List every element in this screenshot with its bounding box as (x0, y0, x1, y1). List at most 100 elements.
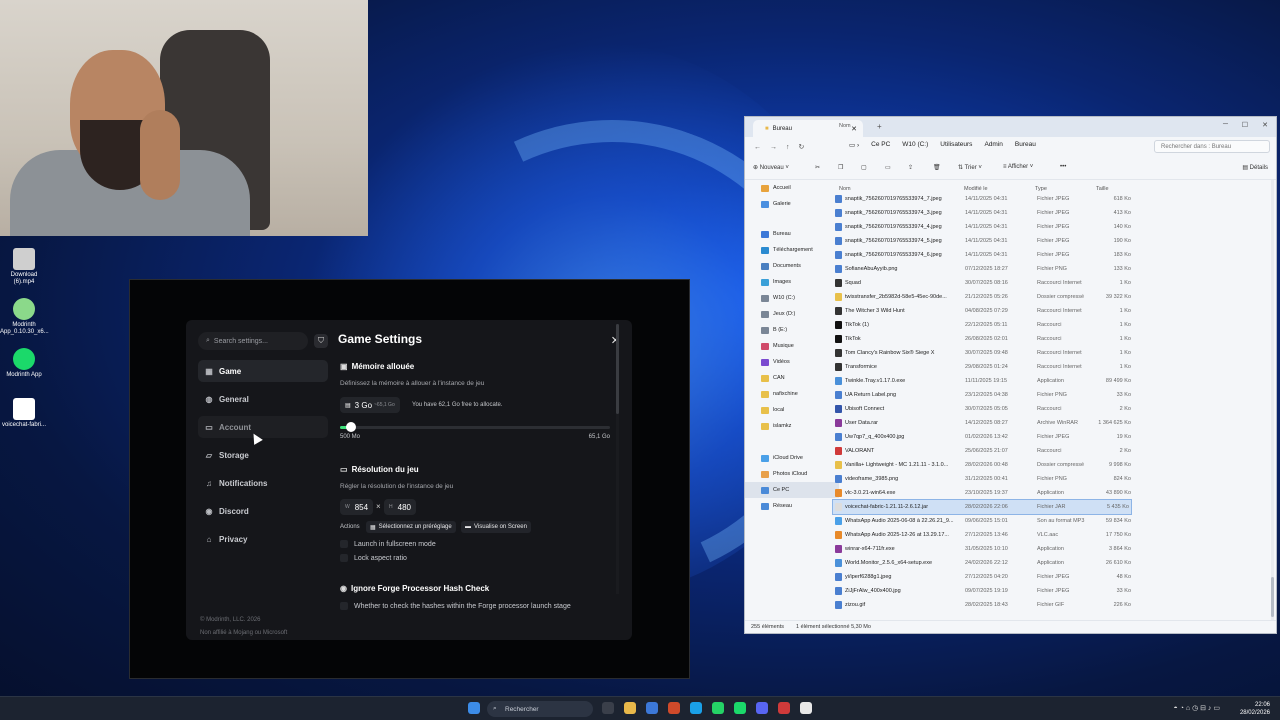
taskbar-app-icon[interactable] (602, 702, 614, 714)
file-row[interactable]: winrar-x64-711fr.exe 31/05/2025 10:10 Appl… (833, 542, 1133, 556)
nav-pane-item[interactable]: Téléchargement (745, 242, 839, 258)
column-header-name[interactable]: Nom (839, 123, 851, 129)
nav-pane-item[interactable]: Réseau (745, 498, 839, 514)
taskbar-app-icon[interactable] (690, 702, 702, 714)
explorer-search-input[interactable]: Rechercher dans : Bureau (1154, 140, 1270, 153)
file-row[interactable]: The Witcher 3 Wild Hunt 04/08/2025 07:29 R… (833, 304, 1133, 318)
nav-pane-item[interactable]: B (E:) (745, 322, 839, 338)
taskbar-app-icon[interactable] (756, 702, 768, 714)
taskbar-app-icon[interactable] (800, 702, 812, 714)
nav-item-storage[interactable]: ▱ Storage (198, 444, 328, 466)
file-row[interactable]: SofianeAbuAyyib.png 07/12/2025 18:27 Fichi… (833, 262, 1133, 276)
file-row[interactable]: zizou.gif 28/02/2025 18:43 Fichier GIF 226 … (833, 598, 1133, 612)
system-tray-icons[interactable]: ◓ ◔ ⌂ ◷ ⊟ ♪ ▭ (1174, 704, 1220, 712)
breadcrumb-item[interactable]: Utilisateurs (940, 141, 972, 149)
new-button[interactable]: ⊕ Nouveau ˅ (753, 164, 789, 171)
file-row[interactable]: Vanilla+ Lightweight - MC 1.21.11 - 3.1.… (833, 458, 1133, 472)
memory-value-chip[interactable]: ▤ 3 Go ~65,1 Go (340, 397, 400, 413)
nav-pane-item[interactable]: Ce PC (745, 482, 839, 498)
file-row[interactable]: snaptik_7562607019765533974_4.jpeg 14/11/… (833, 220, 1133, 234)
more-button[interactable]: ••• (1060, 164, 1066, 170)
breadcrumb-item[interactable]: Ce PC (871, 141, 890, 149)
file-row[interactable]: ZiJjFrAlw_400x400.jpg 09/07/2025 19:19 Fic… (833, 584, 1133, 598)
taskbar-app-icon[interactable] (734, 702, 746, 714)
up-icon[interactable]: ↑ (786, 144, 790, 151)
minimize-icon[interactable]: ─ (1223, 121, 1228, 128)
nav-pane-item[interactable]: Jeux (D:) (745, 306, 839, 322)
forward-icon[interactable]: → (770, 144, 777, 151)
delete-icon[interactable]: 🗑 (933, 164, 941, 171)
taskbar-app-icon[interactable] (778, 702, 790, 714)
file-row[interactable]: videoframe_3985.png 31/12/2025 00:41 Fichi… (833, 472, 1133, 486)
file-row[interactable]: twisstransfer_2b5982d-58e5-45ec-90de... 2… (833, 290, 1133, 304)
taskbar-search[interactable]: ⌕ Rechercher (487, 701, 593, 717)
system-clock[interactable]: 22:06 28/02/2026 (1240, 701, 1270, 717)
nav-pane-item[interactable]: islamkz (745, 418, 839, 434)
column-header-type[interactable]: Type (1035, 186, 1047, 192)
nav-pane-item[interactable]: Accueil (745, 180, 839, 196)
memory-slider-handle[interactable] (345, 422, 356, 432)
nav-pane-item[interactable]: CAN (745, 370, 839, 386)
sort-button[interactable]: ⇅ Trier ˅ (958, 164, 982, 171)
nav-pane-item[interactable]: Photos iCloud (745, 466, 839, 482)
nav-pane-item[interactable]: Images (745, 274, 839, 290)
nav-pane-item[interactable]: iCloud Drive (745, 450, 839, 466)
file-row[interactable]: snaptik_7562607019765533974_7.jpeg 14/11/… (833, 192, 1133, 206)
file-row[interactable]: Squad 30/07/2025 08:16 Raccourci Internet 1… (833, 276, 1133, 290)
preset-button[interactable]: ▦ Sélectionnez un préréglage (366, 521, 456, 533)
visualise-button[interactable]: ▬ Visualise on Screen (461, 521, 531, 533)
file-row[interactable]: snaptik_7562607019765533974_5.jpeg 14/11/… (833, 234, 1133, 248)
rename-icon[interactable]: ▭ (885, 164, 891, 171)
file-row[interactable]: Twinkle.Tray.v1.17.0.exe 11/11/2025 19:15… (833, 374, 1133, 388)
explorer-scrollbar-thumb[interactable] (1271, 577, 1274, 617)
desktop-icon-modrinth-installer[interactable]: Modrinth App_0.10.30_x6... (0, 298, 49, 336)
file-row[interactable]: vlc-3.0.21-win64.exe 23/10/2025 19:37 Appl… (833, 486, 1133, 500)
file-row[interactable]: snaptik_7562607019765533974_3.jpeg 14/11/… (833, 206, 1133, 220)
desktop-icon-voicechat-jar[interactable]: voicechat-fabri... (0, 398, 48, 429)
forge-hash-checkbox[interactable]: Whether to check the hashes within the F… (340, 602, 571, 610)
nav-item-general[interactable]: ◍ General (198, 388, 328, 410)
breadcrumb-item[interactable]: W10 (C:) (902, 141, 928, 149)
share-icon[interactable]: ⇪ (908, 164, 913, 171)
taskbar-app-icon[interactable] (668, 702, 680, 714)
copy-icon[interactable]: ❐ (838, 164, 843, 171)
new-tab-icon[interactable]: + (877, 122, 882, 131)
maximize-icon[interactable]: ☐ (1242, 121, 1248, 129)
breadcrumb[interactable]: ▭ › Ce PC W10 (C:) Utilisateurs Admin Bu… (849, 141, 1048, 149)
aspect-ratio-checkbox[interactable]: Lock aspect ratio (340, 554, 407, 562)
file-row[interactable]: Transformice 29/08/2025 01:24 Raccourci In… (833, 360, 1133, 374)
file-row[interactable]: TikTok (1) 22/12/2025 05:11 Raccourci 1 Ko (833, 318, 1133, 332)
memory-slider[interactable] (340, 422, 610, 432)
details-button[interactable]: ▤ Détails (1242, 164, 1268, 171)
file-row[interactable]: TikTok 26/08/2025 02:01 Raccourci 1 Ko (833, 332, 1133, 346)
nav-item-account[interactable]: ▭ Account (198, 416, 328, 438)
breadcrumb-item[interactable]: Bureau (1015, 141, 1036, 149)
file-row[interactable]: yi/iperf6288g1.jpeg 27/12/2025 04:20 Fichi… (833, 570, 1133, 584)
file-row[interactable]: Uw7qp7_q_400x400.jpg 01/02/2026 13:42 Fich… (833, 430, 1133, 444)
resolution-height-field[interactable]: H 480 (384, 499, 416, 515)
file-row[interactable]: WhatsApp Audio 2025-12-26 at 13.29.17...… (833, 528, 1133, 542)
taskbar-app-icon[interactable] (646, 702, 658, 714)
nav-item-game[interactable]: ▦ Game (198, 360, 328, 382)
column-header-size[interactable]: Taille (1096, 186, 1109, 192)
nav-pane-item[interactable]: nafixchine (745, 386, 839, 402)
nav-pane-item[interactable]: Bureau (745, 226, 839, 242)
file-row[interactable]: Tom Clancy's Rainbow Six® Siege X 30/07/2… (833, 346, 1133, 360)
nav-pane-item[interactable]: Musique (745, 338, 839, 354)
nav-pane-item[interactable]: Documents (745, 258, 839, 274)
column-header-modified[interactable]: Modifié le (964, 186, 988, 192)
taskbar-app-icon[interactable] (712, 702, 724, 714)
close-tab-icon[interactable]: ✕ (851, 125, 857, 133)
resolution-width-field[interactable]: W 854 (340, 499, 374, 515)
file-row[interactable]: voicechat-fabric-1.21.11-2.6.12.jar 28/02… (832, 499, 1132, 515)
nav-pane-item[interactable]: Vidéos (745, 354, 839, 370)
file-row[interactable]: WhatsApp Audio 2025-06-08 à 22.26.21_9..… (833, 514, 1133, 528)
nav-pane-item[interactable]: Galerie (745, 196, 839, 212)
paste-icon[interactable]: ▢ (861, 164, 867, 171)
file-row[interactable]: snaptik_7562607019765533974_6.jpeg 14/11/… (833, 248, 1133, 262)
column-header-name[interactable]: Nom (839, 186, 851, 192)
file-row[interactable]: UA Return Label.png 23/12/2025 04:38 Fichi… (833, 388, 1133, 402)
start-windows-icon[interactable] (468, 702, 480, 714)
nav-item-notifications[interactable]: ♫ Notifications (198, 472, 328, 494)
nav-pane-item[interactable]: W10 (C:) (745, 290, 839, 306)
